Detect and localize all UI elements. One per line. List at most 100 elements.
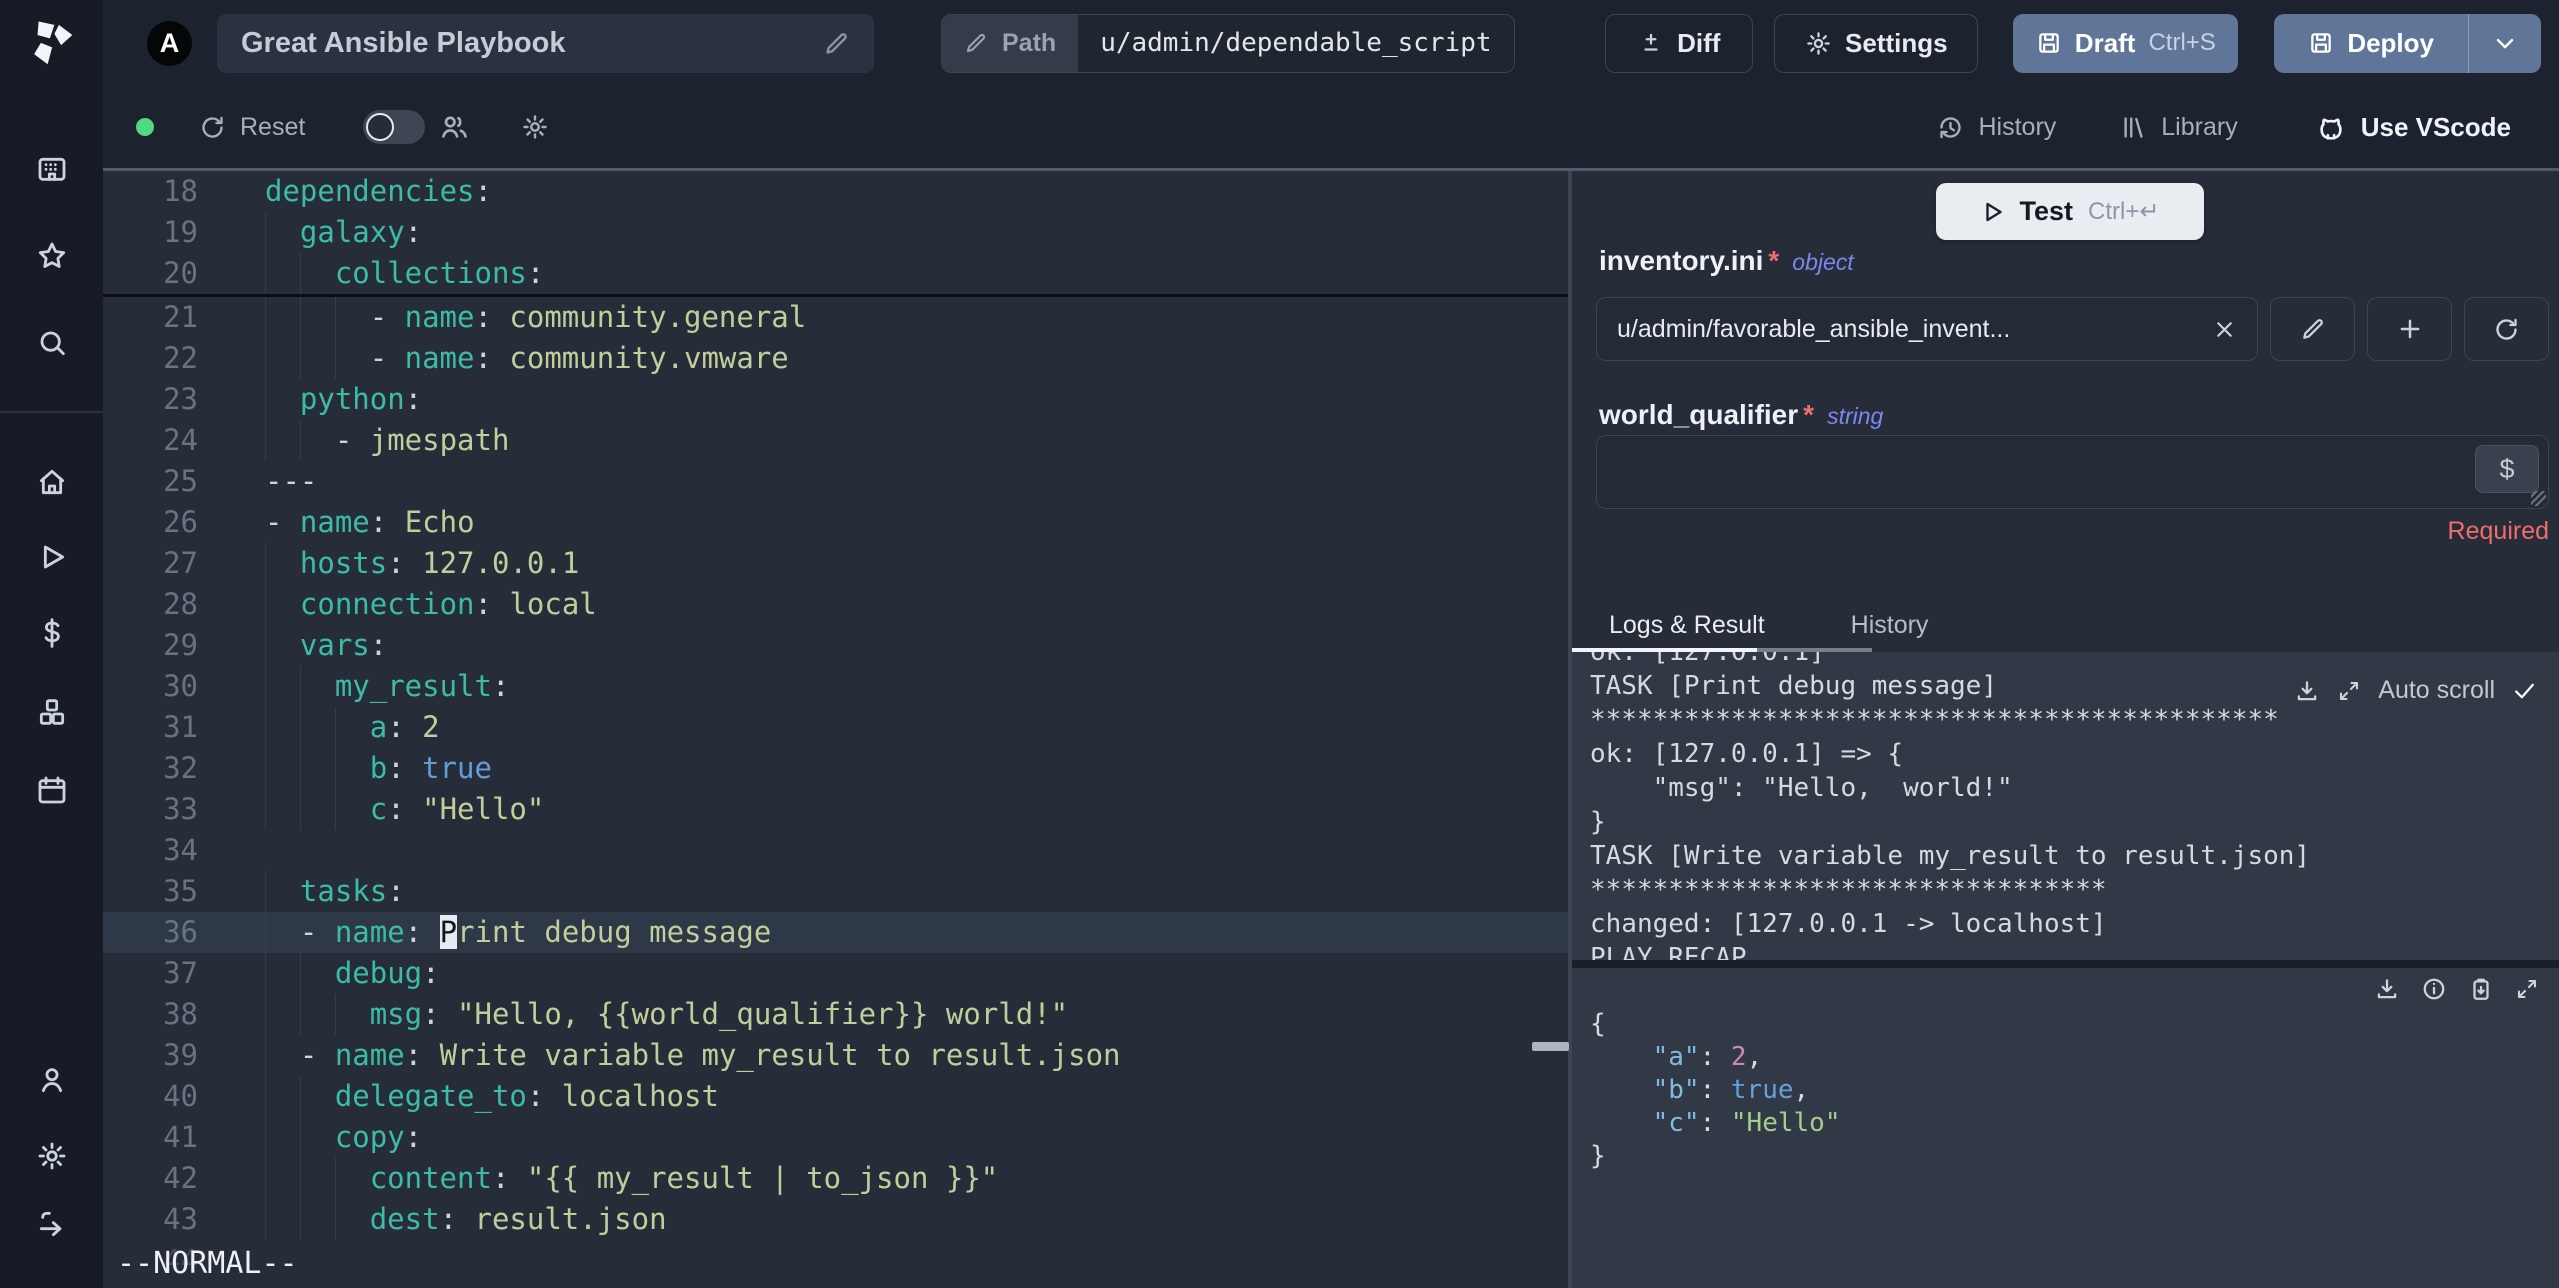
- edit-title-icon[interactable]: [823, 30, 850, 57]
- users-icon[interactable]: [439, 112, 469, 142]
- expand-icon[interactable]: [2337, 679, 2361, 703]
- deploy-button[interactable]: Deploy: [2274, 14, 2468, 73]
- settings-button[interactable]: Settings: [1774, 13, 1979, 73]
- required-asterisk: *: [1768, 245, 1780, 276]
- field-type: string: [1827, 403, 1884, 429]
- download-icon[interactable]: [2374, 976, 2400, 1002]
- code-line-23[interactable]: 23 python:: [103, 379, 1568, 420]
- code-line-27[interactable]: 27 hosts: 127.0.0.1: [103, 543, 1568, 584]
- schedules-icon[interactable]: [36, 774, 68, 806]
- code-line-35[interactable]: 35 tasks:: [103, 871, 1568, 912]
- script-title-input[interactable]: Great Ansible Playbook: [217, 13, 874, 73]
- code-line-41[interactable]: 41 copy:: [103, 1117, 1568, 1158]
- code-line-40[interactable]: 40 delegate_to: localhost: [103, 1076, 1568, 1117]
- log-result-divider[interactable]: [1572, 960, 2559, 968]
- expand-sidebar-icon[interactable]: [36, 1208, 68, 1240]
- inventory-resource-input[interactable]: [1596, 297, 2258, 361]
- world-qualifier-input[interactable]: [1611, 442, 2458, 502]
- code-line-19[interactable]: 19 galaxy:: [103, 212, 1568, 253]
- add-resource-button[interactable]: [2367, 297, 2452, 361]
- diff-mode-toggle[interactable]: [363, 110, 426, 144]
- workspace-icon[interactable]: [36, 154, 68, 186]
- use-vscode-button[interactable]: Use VScode: [2316, 112, 2511, 143]
- variables-icon[interactable]: [36, 617, 68, 649]
- gear-icon: [1807, 31, 1830, 55]
- home-icon[interactable]: [36, 466, 68, 498]
- code-line-42[interactable]: 42 content: "{{ my_result | to_json }}": [103, 1158, 1568, 1199]
- expand-icon[interactable]: [2515, 977, 2539, 1001]
- pencil-icon: [966, 33, 986, 53]
- result-json-line: "a": 2,: [1652, 1042, 1763, 1072]
- code-line-30[interactable]: 30 my_result:: [103, 666, 1568, 707]
- status-dot: [136, 118, 154, 136]
- user-icon[interactable]: [36, 1064, 68, 1096]
- code-line-24[interactable]: 24- jmespath: [103, 420, 1568, 461]
- code-line-34[interactable]: 34: [103, 830, 1568, 871]
- code-line-26[interactable]: 26- name: Echo: [103, 502, 1568, 543]
- code-line-36[interactable]: 36- name: Print debug message: [103, 912, 1568, 953]
- path-widget[interactable]: Path u/admin/dependable_script: [941, 13, 1515, 73]
- toggle-knob: [366, 113, 395, 141]
- tab-logs-result[interactable]: Logs & Result: [1609, 611, 1765, 640]
- code-line-20[interactable]: 20 collections:: [103, 253, 1568, 294]
- result-toolbar: [2374, 976, 2539, 1002]
- test-label: Test: [2019, 196, 2074, 226]
- code-line-29[interactable]: 29 vars:: [103, 625, 1568, 666]
- clipboard-copy-icon[interactable]: [2468, 976, 2494, 1002]
- vim-mode-indicator: --NORMAL--: [117, 1246, 298, 1281]
- textarea-resize-handle[interactable]: [2531, 491, 2546, 506]
- inventory-value-input[interactable]: [1617, 314, 2212, 344]
- code-line-44[interactable]: 44: [103, 1240, 1568, 1281]
- code-line-22[interactable]: 22- name: community.vmware: [103, 338, 1568, 379]
- path-edit-segment[interactable]: Path: [942, 14, 1079, 72]
- world-qualifier-field-label: world_qualifier * string: [1599, 399, 1883, 431]
- edit-resource-button[interactable]: [2270, 297, 2355, 361]
- code-line-18[interactable]: 18 dependencies:: [103, 171, 1568, 212]
- refresh-resource-button[interactable]: [2464, 297, 2549, 361]
- clear-icon[interactable]: [2212, 317, 2237, 342]
- runs-icon[interactable]: [36, 541, 68, 573]
- code-line-28[interactable]: 28 connection: local: [103, 584, 1568, 625]
- history-button[interactable]: History: [1937, 113, 2056, 142]
- sidebar: [0, 0, 103, 1288]
- editor-settings-gear-icon[interactable]: [521, 113, 549, 141]
- test-button[interactable]: Test Ctrl+↵: [1936, 183, 2204, 240]
- code-line-21[interactable]: 21- name: community.general: [103, 297, 1568, 338]
- variable-picker-button[interactable]: $: [2475, 445, 2539, 493]
- deploy-dropdown-button[interactable]: [2469, 14, 2541, 73]
- diff-button[interactable]: Diff: [1605, 13, 1754, 73]
- search-icon[interactable]: [36, 327, 68, 359]
- ansible-logo-icon: A: [147, 20, 192, 66]
- download-icon[interactable]: [2294, 678, 2320, 704]
- code-line-32[interactable]: 32 b: true: [103, 748, 1568, 789]
- settings-icon[interactable]: [36, 1140, 68, 1172]
- code-editor[interactable]: 18 dependencies: 19 galaxy: 20 collections: 21…: [103, 171, 1568, 1288]
- split-drag-handle[interactable]: [1532, 1042, 1569, 1051]
- code-line-37[interactable]: 37 debug:: [103, 953, 1568, 994]
- result-json-line: }: [1590, 1141, 1606, 1171]
- code-line-38[interactable]: 38 msg: "Hello, {{world_qualifier}} world…: [103, 994, 1568, 1035]
- windmill-logo-icon[interactable]: [24, 16, 78, 72]
- draft-button[interactable]: Draft Ctrl+S: [2013, 13, 2239, 73]
- tab-history[interactable]: History: [1851, 611, 1929, 640]
- library-button[interactable]: Library: [2120, 113, 2238, 142]
- field-name: world_qualifier: [1599, 399, 1799, 430]
- log-line: "msg": "Hello, world!": [1590, 773, 2013, 803]
- code-line-31[interactable]: 31 a: 2: [103, 707, 1568, 748]
- code-line-33[interactable]: 33 c: "Hello": [103, 789, 1568, 830]
- code-line-39[interactable]: 39- name: Write variable my_result to re…: [103, 1035, 1568, 1076]
- result-tabs: Logs & Result History: [1572, 599, 2559, 652]
- reset-button[interactable]: Reset: [199, 113, 305, 142]
- sidebar-divider: [0, 411, 103, 413]
- top-bar: A Great Ansible Playbook Path u/admin/de…: [103, 0, 2559, 86]
- resources-icon[interactable]: [36, 696, 68, 728]
- draft-shortcut: Ctrl+S: [2148, 29, 2216, 56]
- required-error-text: Required: [2447, 517, 2549, 545]
- code-line-43[interactable]: 43 dest: result.json: [103, 1199, 1568, 1240]
- star-icon[interactable]: [36, 240, 68, 272]
- test-shortcut: Ctrl+↵: [2088, 198, 2160, 225]
- log-line: ok: [127.0.0.1] => {: [1590, 739, 1904, 769]
- check-icon[interactable]: [2512, 678, 2537, 703]
- code-line-25[interactable]: 25 ---: [103, 461, 1568, 502]
- info-icon[interactable]: [2421, 976, 2447, 1002]
